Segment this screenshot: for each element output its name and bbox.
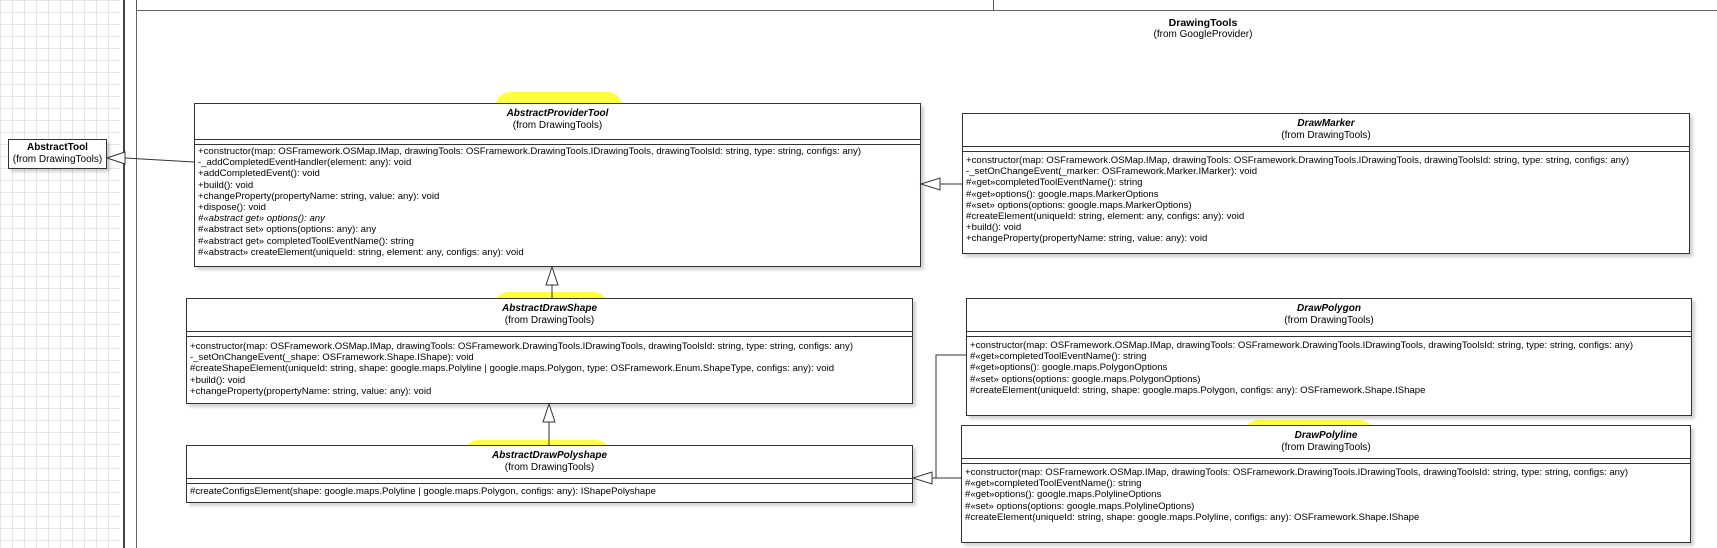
operation: #createShapeElement(uniqueId: string, sh… <box>190 363 835 375</box>
operation: #«set» options(options: google.maps.Poly… <box>965 500 1195 512</box>
operation: +changeProperty(propertyName: string, va… <box>966 233 1208 245</box>
operation: +constructor(map: OSFramework.OSMap.IMap… <box>966 155 1630 166</box>
operation: +addCompletedEvent(): void <box>198 168 320 180</box>
operation: +constructor(map: OSFramework.OSMap.IMap… <box>190 341 854 352</box>
operation: #createElement(uniqueId: string, element… <box>966 211 1245 223</box>
operation: +constructor(map: OSFramework.OSMap.IMap… <box>965 467 1629 478</box>
operation: #«get»options(): google.maps.MarkerOptio… <box>966 188 1159 200</box>
operation: +build(): void <box>966 222 1022 234</box>
ops-separator <box>967 336 1691 337</box>
canvas-grid <box>0 0 120 548</box>
package-name: DrawingTools <box>1168 17 1238 29</box>
operation: +build(): void <box>198 179 254 191</box>
generalization-arrowhead <box>919 177 941 191</box>
operation: #«abstract» createElement(uniqueId: stri… <box>198 246 524 258</box>
class-abstract-tool[interactable]: AbstractTool (from DrawingTools) <box>8 139 107 169</box>
class-from: (from DrawingTools) <box>512 120 603 131</box>
operation: #«get»completedToolEventName(): string <box>970 351 1147 363</box>
class-draw-polygon[interactable]: DrawPolygon (from DrawingTools) +constru… <box>966 298 1692 416</box>
class-from: (from DrawingTools) <box>1284 315 1374 326</box>
package-from: (from GoogleProvider) <box>1153 29 1253 40</box>
package-frame-left <box>136 0 137 548</box>
outer-frame-line <box>123 0 125 548</box>
operation: #«set» options(options: google.maps.Mark… <box>966 199 1192 211</box>
class-from: (from DrawingTools) <box>504 315 595 326</box>
operations-list: +constructor(map: OSFramework.OSMap.IMap… <box>198 146 918 258</box>
operation: +dispose(): void <box>198 202 266 214</box>
operation: +build(): void <box>190 374 246 386</box>
class-name: AbstractDrawPolyshape <box>491 450 608 461</box>
class-header: DrawPolygon (from DrawingTools) <box>967 299 1691 327</box>
operation: -_setOnChangeEvent(_shape: OSFramework.S… <box>190 352 474 364</box>
class-header: DrawMarker (from DrawingTools) <box>963 114 1689 142</box>
operations-list: +constructor(map: OSFramework.OSMap.IMap… <box>970 340 1689 396</box>
package-title: DrawingTools (from GoogleProvider) <box>1103 17 1303 41</box>
operation: -_addCompletedEventHandler(element: any)… <box>198 157 412 169</box>
ops-separator <box>187 336 912 337</box>
ops-separator <box>963 151 1689 152</box>
class-name: DrawPolyline <box>1294 430 1358 441</box>
ops-separator <box>962 463 1690 464</box>
generalization-arrowhead <box>545 265 559 286</box>
attr-separator <box>195 139 920 140</box>
operation: -_setOnChangeEvent(_marker: OSFramework.… <box>966 166 1258 178</box>
class-abstract-draw-polyshape[interactable]: AbstractDrawPolyshape (from DrawingTools… <box>186 445 913 503</box>
class-abstract-draw-shape[interactable]: AbstractDrawShape (from DrawingTools) +c… <box>186 298 913 404</box>
class-header: AbstractDrawPolyshape (from DrawingTools… <box>187 446 912 474</box>
abstract-tool-from: (from DrawingTools) <box>12 154 103 165</box>
operations-list: +constructor(map: OSFramework.OSMap.IMap… <box>965 467 1688 523</box>
class-from: (from DrawingTools) <box>504 462 595 473</box>
package-frame-top <box>136 10 1717 11</box>
class-name: AbstractDrawShape <box>501 303 598 314</box>
operation: #createElement(uniqueId: string, shape: … <box>970 384 1426 396</box>
attr-separator <box>187 478 912 479</box>
attr-separator <box>967 331 1691 332</box>
class-header: AbstractProviderTool (from DrawingTools) <box>195 104 920 132</box>
operation: #«get»completedToolEventName(): string <box>966 177 1143 189</box>
operation: #«get»completedToolEventName(): string <box>965 478 1142 490</box>
operation: #createElement(uniqueId: string, shape: … <box>965 511 1420 523</box>
class-draw-polyline[interactable]: DrawPolyline (from DrawingTools) +constr… <box>961 425 1691 543</box>
operations-list: #createConfigsElement(shape: google.maps… <box>190 486 910 497</box>
abstract-tool-name: AbstractTool <box>27 142 88 153</box>
class-name: AbstractProviderTool <box>506 108 609 119</box>
operation: #«abstract get» completedToolEventName()… <box>198 235 414 247</box>
ops-separator <box>195 144 920 145</box>
operation: +changeProperty(propertyName: string, va… <box>190 385 432 397</box>
operation-abstract: #«abstract get» options(): any <box>198 213 325 225</box>
class-header: DrawPolyline (from DrawingTools) <box>962 426 1690 454</box>
attr-separator <box>962 458 1690 459</box>
class-name: DrawPolygon <box>1297 303 1361 314</box>
class-draw-marker[interactable]: DrawMarker (from DrawingTools) +construc… <box>962 113 1690 254</box>
class-from: (from DrawingTools) <box>1281 130 1371 141</box>
operation: #«abstract set» options(options: any): a… <box>198 224 377 236</box>
generalization-arrowhead <box>911 471 933 485</box>
operation: +constructor(map: OSFramework.OSMap.IMap… <box>970 340 1634 351</box>
operation: #«get»options(): google.maps.PolygonOpti… <box>970 362 1168 374</box>
attr-separator <box>187 331 912 332</box>
generalization-arrowhead <box>542 402 556 423</box>
operation: #«get»options(): google.maps.PolylineOpt… <box>965 489 1162 501</box>
operation: #createConfigsElement(shape: google.maps… <box>190 486 656 497</box>
class-name: DrawMarker <box>1297 118 1355 129</box>
operation: #«set» options(options: google.maps.Poly… <box>970 373 1201 385</box>
operations-list: +constructor(map: OSFramework.OSMap.IMap… <box>966 155 1687 245</box>
attr-separator <box>963 146 1689 147</box>
operation: +changeProperty(propertyName: string, va… <box>198 190 440 202</box>
operations-list: +constructor(map: OSFramework.OSMap.IMap… <box>190 341 910 397</box>
class-from: (from DrawingTools) <box>1281 442 1371 453</box>
ops-separator <box>187 483 912 484</box>
class-header: AbstractDrawShape (from DrawingTools) <box>187 299 912 327</box>
operation: +constructor(map: OSFramework.OSMap.IMap… <box>198 146 862 157</box>
class-abstract-provider-tool[interactable]: AbstractProviderTool (from DrawingTools)… <box>194 103 921 267</box>
